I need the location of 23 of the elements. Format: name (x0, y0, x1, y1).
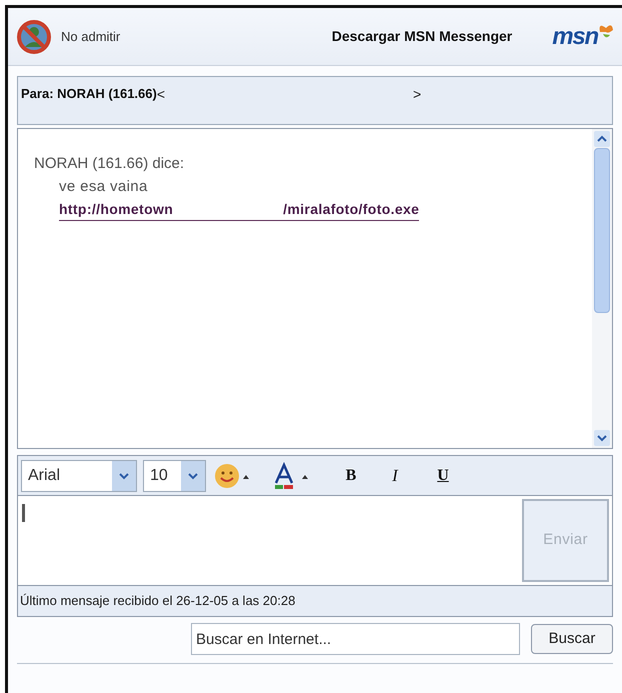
underline-button[interactable]: U (432, 464, 454, 488)
size-dropdown[interactable]: 10 (143, 460, 206, 492)
bracket-text: > (413, 85, 422, 104)
bold-button[interactable]: B (340, 464, 362, 488)
blocked-user-icon[interactable] (16, 18, 52, 54)
recipient-label: Para: NORAH (161.66) (21, 85, 157, 103)
scrollbar[interactable] (592, 129, 612, 448)
scroll-down-icon[interactable] (594, 430, 610, 446)
message-link[interactable]: http://hometown /miralafoto/foto.exe (59, 199, 420, 221)
msn-logo[interactable]: msn (552, 18, 598, 54)
font-dropdown[interactable]: Arial (21, 460, 137, 492)
bracket-text: < (156, 85, 166, 104)
smiley-icon[interactable] (214, 462, 252, 488)
scroll-up-icon[interactable] (594, 131, 610, 147)
search-button[interactable]: Buscar (531, 624, 613, 654)
message-text: ve esa vaina (58, 176, 149, 196)
download-link[interactable]: Descargar MSN Messenger (332, 26, 512, 47)
search-field[interactable]: Buscar en Internet... (191, 623, 520, 655)
italic-button[interactable]: I (384, 462, 406, 488)
scroll-thumb[interactable] (594, 148, 610, 313)
status-text: Último mensaje recibido el 26-12-05 a las 20:28 (19, 592, 296, 610)
block-link[interactable]: No admitir (61, 26, 120, 46)
sender-line: NORAH (161.66) dice: (34, 154, 186, 174)
